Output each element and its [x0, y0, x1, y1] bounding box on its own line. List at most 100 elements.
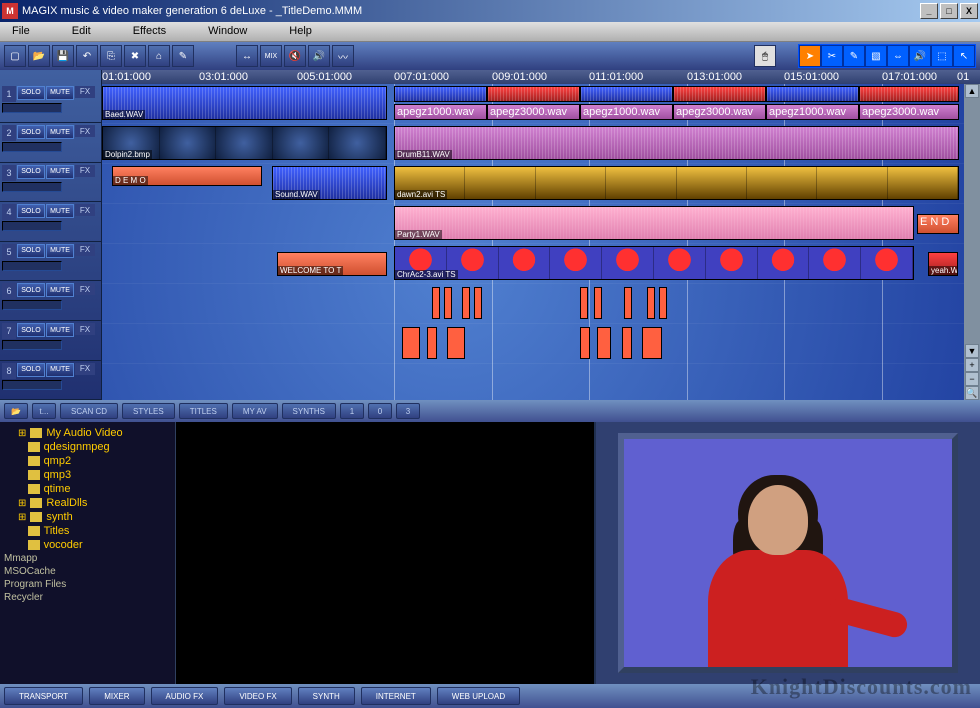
draw-icon[interactable]: ✎ — [843, 45, 865, 67]
track-row[interactable] — [102, 364, 980, 400]
audio-icon[interactable]: 🔊 — [909, 45, 931, 67]
tree-item[interactable]: ⊞ RealDlls — [4, 496, 171, 510]
scroll-down-icon[interactable]: ▼ — [965, 344, 979, 358]
audiofx-button[interactable]: AUDIO FX — [151, 687, 219, 705]
tab-synths[interactable]: SYNTHS — [282, 403, 336, 419]
fx-button[interactable]: FX — [75, 323, 95, 335]
arrow-icon[interactable]: ➤ — [799, 45, 821, 67]
wave-icon[interactable]: 〰 — [332, 45, 354, 67]
tree-item[interactable]: qdesignmpeg — [4, 440, 171, 454]
timeline-scrollbar[interactable]: ▲ ▼ + − 🔍 — [964, 84, 980, 400]
track-row[interactable]: WELCOME TO T ChrAc2-3.avi TS yeah.WA — [102, 244, 980, 284]
clip-audio[interactable]: apegz3000.wav — [487, 104, 580, 120]
menu-file[interactable]: File — [0, 22, 60, 41]
solo-button[interactable]: SOLO — [17, 86, 45, 100]
clip-audio[interactable]: apegz1000.wav — [766, 104, 859, 120]
volume-slider[interactable] — [2, 300, 62, 310]
clip-audio[interactable] — [859, 86, 959, 102]
videofx-button[interactable]: VIDEO FX — [224, 687, 291, 705]
clip-video[interactable]: Dolpin2.bmp — [102, 126, 387, 160]
webupload-button[interactable]: WEB UPLOAD — [437, 687, 520, 705]
close-button[interactable]: X — [960, 3, 978, 19]
fx-button[interactable]: FX — [75, 165, 95, 177]
tab-num1[interactable]: 1 — [340, 403, 364, 419]
tree-item[interactable]: ⊞ My Audio Video — [4, 426, 171, 440]
pointer-icon[interactable]: ↖ — [953, 45, 975, 67]
marker[interactable] — [474, 287, 482, 319]
clip-audio[interactable]: apegz1000.wav — [580, 104, 673, 120]
track-row[interactable]: D E M O Sound.WAV dawn2.avi TS — [102, 164, 980, 204]
fx-button[interactable]: FX — [75, 244, 95, 256]
tree-item[interactable]: vocoder — [4, 538, 171, 552]
preview-frame[interactable] — [618, 433, 958, 673]
clip-audio[interactable] — [766, 86, 859, 102]
marker[interactable] — [580, 327, 590, 359]
tab-t[interactable]: t... — [32, 403, 56, 419]
search-icon[interactable]: 🔍 — [965, 386, 979, 400]
tree-item[interactable]: Program Files — [4, 578, 171, 591]
marker[interactable] — [432, 287, 440, 319]
track-row[interactable]: Baed.WAV apegz1000.wav apegz3000.wav ape… — [102, 84, 980, 124]
tree-item[interactable]: Recycler — [4, 591, 171, 604]
clip-video[interactable]: ChrAc2-3.avi TS — [394, 246, 914, 280]
tab-titles[interactable]: TITLES — [179, 403, 228, 419]
delete-icon[interactable]: ✖ — [124, 45, 146, 67]
marker[interactable] — [647, 287, 655, 319]
stretch-icon[interactable]: ⇔ — [887, 45, 909, 67]
marker[interactable] — [597, 327, 611, 359]
select-icon[interactable]: ⬚ — [931, 45, 953, 67]
track-row[interactable]: Dolpin2.bmp DrumB11.WAV — [102, 124, 980, 164]
tree-item[interactable]: MSOCache — [4, 565, 171, 578]
time-ruler[interactable]: 01:01:000 03:01:000 005:01:000 007:01:00… — [102, 70, 980, 84]
mute-button[interactable]: MUTE — [46, 86, 74, 100]
minimize-button[interactable]: _ — [920, 3, 938, 19]
internet-button[interactable]: INTERNET — [361, 687, 431, 705]
file-list[interactable] — [176, 422, 594, 684]
volume-slider[interactable] — [2, 221, 62, 231]
snap-icon[interactable]: ↔ — [236, 45, 258, 67]
marker[interactable] — [624, 287, 632, 319]
browse-icon[interactable]: 📂 — [4, 403, 28, 419]
marker[interactable] — [402, 327, 420, 359]
tab-num3[interactable]: 3 — [396, 403, 420, 419]
marker[interactable] — [580, 287, 588, 319]
tab-styles[interactable]: STYLES — [122, 403, 175, 419]
maximize-button[interactable]: □ — [940, 3, 958, 19]
tree-item[interactable]: qmp3 — [4, 468, 171, 482]
zoom-in-button[interactable]: + — [965, 358, 979, 372]
tab-num2[interactable]: 0 — [368, 403, 392, 419]
clip-audio[interactable]: apegz3000.wav — [859, 104, 959, 120]
clip-title[interactable]: D E M O — [112, 166, 262, 186]
volume-slider[interactable] — [2, 142, 62, 152]
tool-icon[interactable]: ⌂ — [148, 45, 170, 67]
fx-button[interactable]: FX — [75, 86, 95, 98]
marker[interactable] — [622, 327, 632, 359]
speaker-icon[interactable]: 🔊 — [308, 45, 330, 67]
scroll-up-icon[interactable]: ▲ — [965, 84, 979, 98]
solo-button[interactable]: SOLO — [17, 363, 45, 377]
clip-title[interactable]: E N D — [917, 214, 959, 234]
volume-slider[interactable] — [2, 380, 62, 390]
fade-icon[interactable]: ▧ — [865, 45, 887, 67]
mute-button[interactable]: MUTE — [46, 165, 74, 179]
tab-scan-cd[interactable]: SCAN CD — [60, 403, 118, 419]
synth-button[interactable]: SYNTH — [298, 687, 355, 705]
solo-button[interactable]: SOLO — [17, 283, 45, 297]
clip-audio[interactable]: Baed.WAV — [102, 86, 387, 120]
menu-edit[interactable]: Edit — [60, 22, 121, 41]
clip-audio[interactable] — [487, 86, 580, 102]
track-row[interactable] — [102, 284, 980, 324]
marker[interactable] — [642, 327, 662, 359]
undo-icon[interactable]: ↶ — [76, 45, 98, 67]
tree-item[interactable]: ⊞ synth — [4, 510, 171, 524]
solo-button[interactable]: SOLO — [17, 165, 45, 179]
clip-audio[interactable]: Sound.WAV — [272, 166, 387, 200]
mute-button[interactable]: MUTE — [46, 363, 74, 377]
timeline[interactable]: 01:01:000 03:01:000 005:01:000 007:01:00… — [102, 70, 980, 400]
mix-icon[interactable]: MIX — [260, 45, 282, 67]
zoom-out-button[interactable]: − — [965, 372, 979, 386]
folder-tree[interactable]: ⊞ My Audio Video qdesignmpeg qmp2 qmp3 q… — [0, 422, 176, 684]
volume-slider[interactable] — [2, 182, 62, 192]
copy-icon[interactable]: ⎘ — [100, 45, 122, 67]
volume-slider[interactable] — [2, 340, 62, 350]
